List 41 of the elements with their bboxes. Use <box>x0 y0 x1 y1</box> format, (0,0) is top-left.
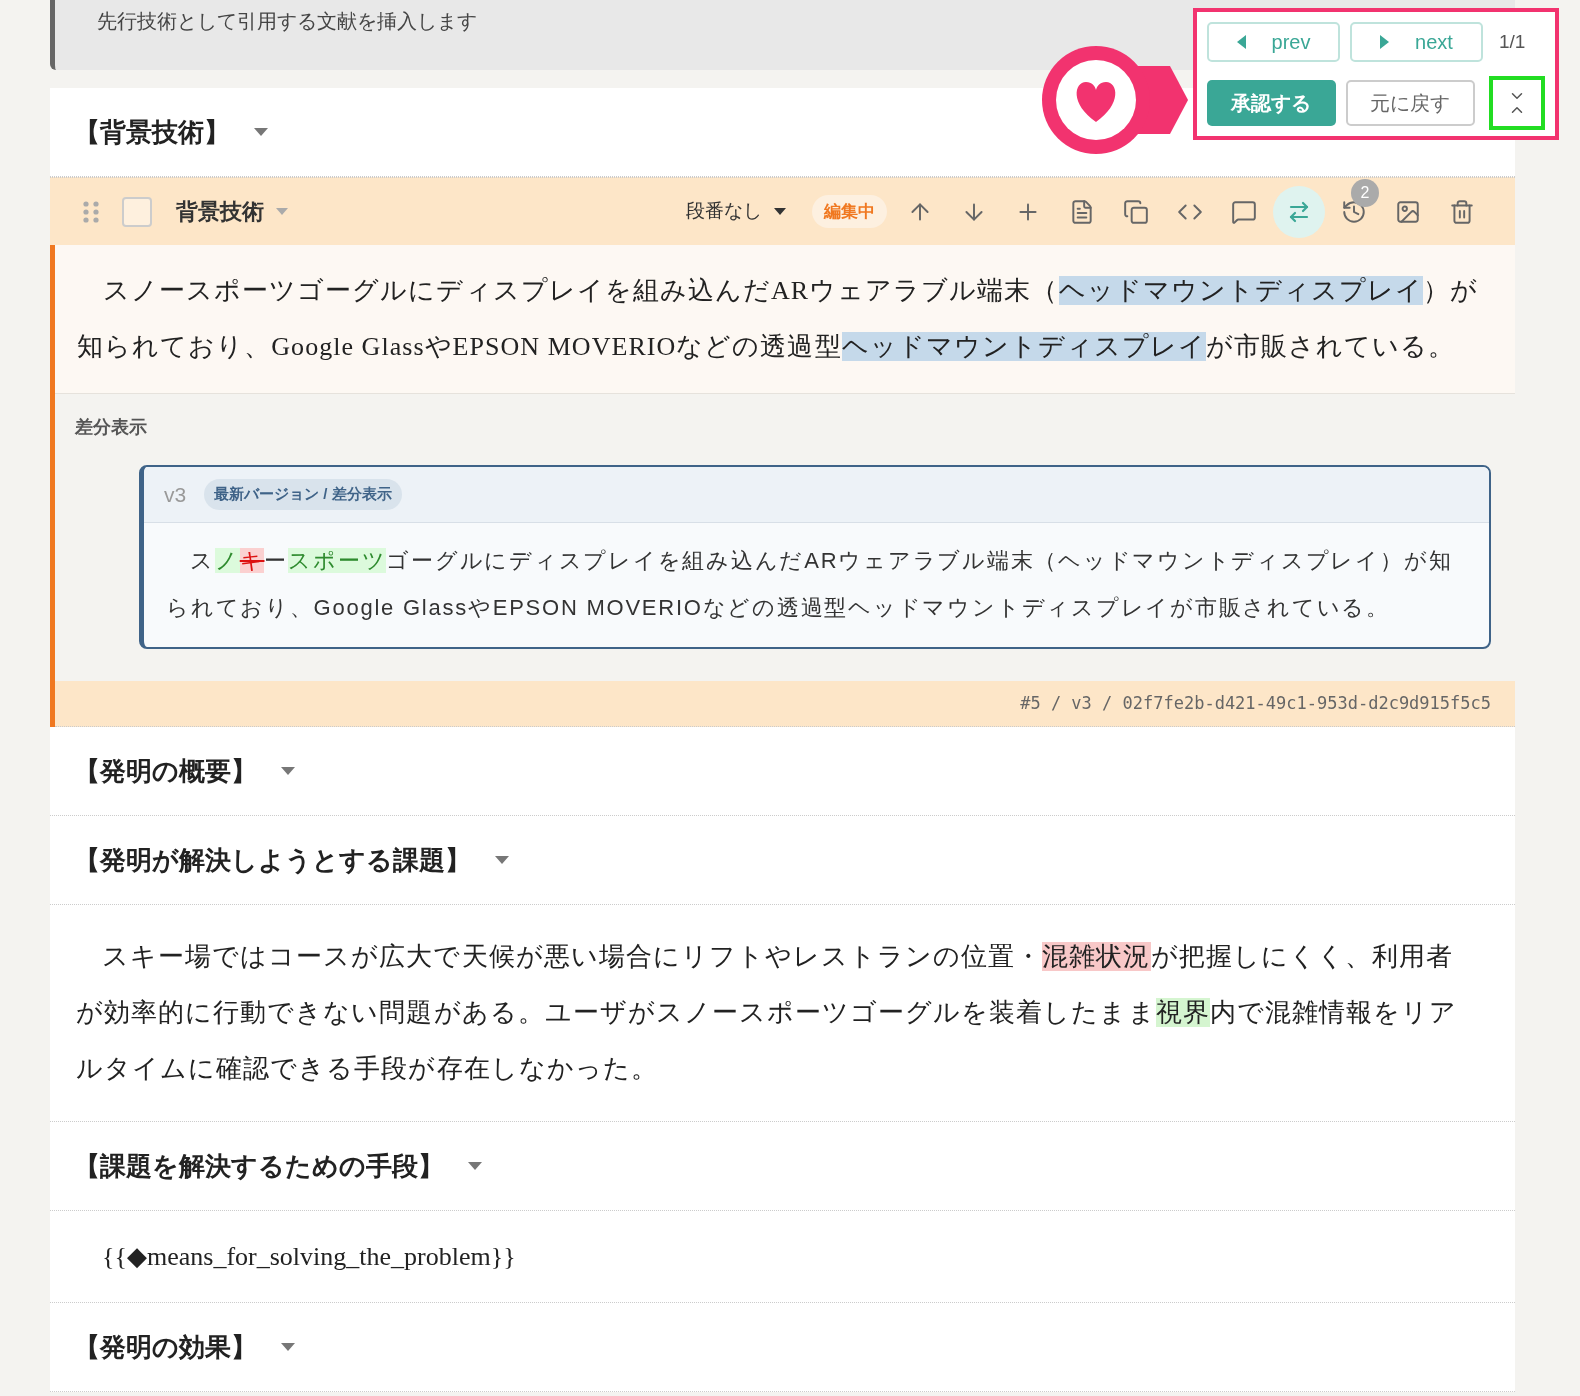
caret-icon[interactable] <box>281 767 295 775</box>
paragraph-text: スノースポーツゴーグルにディスプレイを組み込んだARウェアラブル端末（ヘッドマウントディスプレイ）が知られており、Google GlassやEPSON MOVERIOなどの透過型ヘッドマウントディスプレイ が市販されている。 <box>55 245 1515 394</box>
section-heading: 【背景技術】 <box>74 116 230 149</box>
history-count-badge: 2 <box>1351 178 1379 207</box>
hint-text: 先行技術として引用する文献を挿入します <box>97 10 477 32</box>
paragraph-text: スキー場ではコースが広大で天候が悪い場合にリフトやレストランの位置・混雑状況が把握しにくく、利用者が効率的に行動できない問題がある。ユーザがスノースポーツゴーグルを装着したまま 視界内で混雑情報をリアルタイムに確認できる手段が存在しなかった。 <box>50 905 1515 1122</box>
delete-icon[interactable] <box>1449 198 1475 225</box>
section-heading: 【課題を解決するための手段】 <box>74 1150 444 1183</box>
diff-label: 差分表示 <box>74 416 148 439</box>
compare-button[interactable] <box>1273 185 1325 238</box>
next-button[interactable]: next <box>1350 22 1483 62</box>
copy-icon[interactable] <box>1123 198 1149 225</box>
image-icon[interactable] <box>1395 198 1421 225</box>
comment-icon[interactable] <box>1231 198 1257 225</box>
arrows-icon <box>1287 199 1311 224</box>
caret-icon[interactable] <box>254 128 268 136</box>
status-badge: 編集中 <box>812 194 887 229</box>
template-placeholder-text: {{◆means_for_solving_the_problem}} <box>102 1241 516 1273</box>
approve-button[interactable]: 承認する <box>1207 80 1336 126</box>
numbering-dropdown[interactable]: 段番なし <box>686 197 786 226</box>
caret-icon[interactable] <box>281 1343 295 1351</box>
prev-button[interactable]: prev <box>1207 22 1340 62</box>
checkbox[interactable] <box>122 196 152 227</box>
revert-button[interactable]: 元に戻す <box>1345 80 1475 126</box>
document-icon[interactable] <box>1069 198 1095 225</box>
caret-icon[interactable] <box>495 856 509 864</box>
caret-icon <box>774 208 786 215</box>
history-icon[interactable] <box>1341 198 1367 225</box>
triangle-right-icon <box>1380 35 1390 49</box>
version-badge: 最新バージョン / 差分表示 <box>204 479 402 510</box>
section-heading: 【発明の効果】 <box>74 1331 257 1364</box>
block-id: #5 / v3 / 02f7fe2b-d421-49c1-953d-d2c9d915f5c5 <box>1020 691 1491 715</box>
block-title: 背景技術 <box>176 198 264 226</box>
section-heading: 【発明の概要】 <box>74 755 257 788</box>
drag-handle-icon[interactable] <box>82 199 100 224</box>
caret-icon[interactable] <box>468 1162 482 1170</box>
version-label: v3 <box>164 481 187 508</box>
triangle-left-icon <box>1236 35 1246 49</box>
match-count: 1/1 <box>1499 29 1526 54</box>
section-heading: 【発明が解決しようとする課題】 <box>74 844 471 877</box>
diff-text: ス ノ キ ー スポーツ ゴーグルにディスプレイを組み込んだARウェアラブル端末（ヘッドマウントディスプレイ）が知られており、Google GlassやEPSON MOVERIOなどの透過型ヘッドマウントディスプレイが市販されている。 <box>165 547 1454 622</box>
